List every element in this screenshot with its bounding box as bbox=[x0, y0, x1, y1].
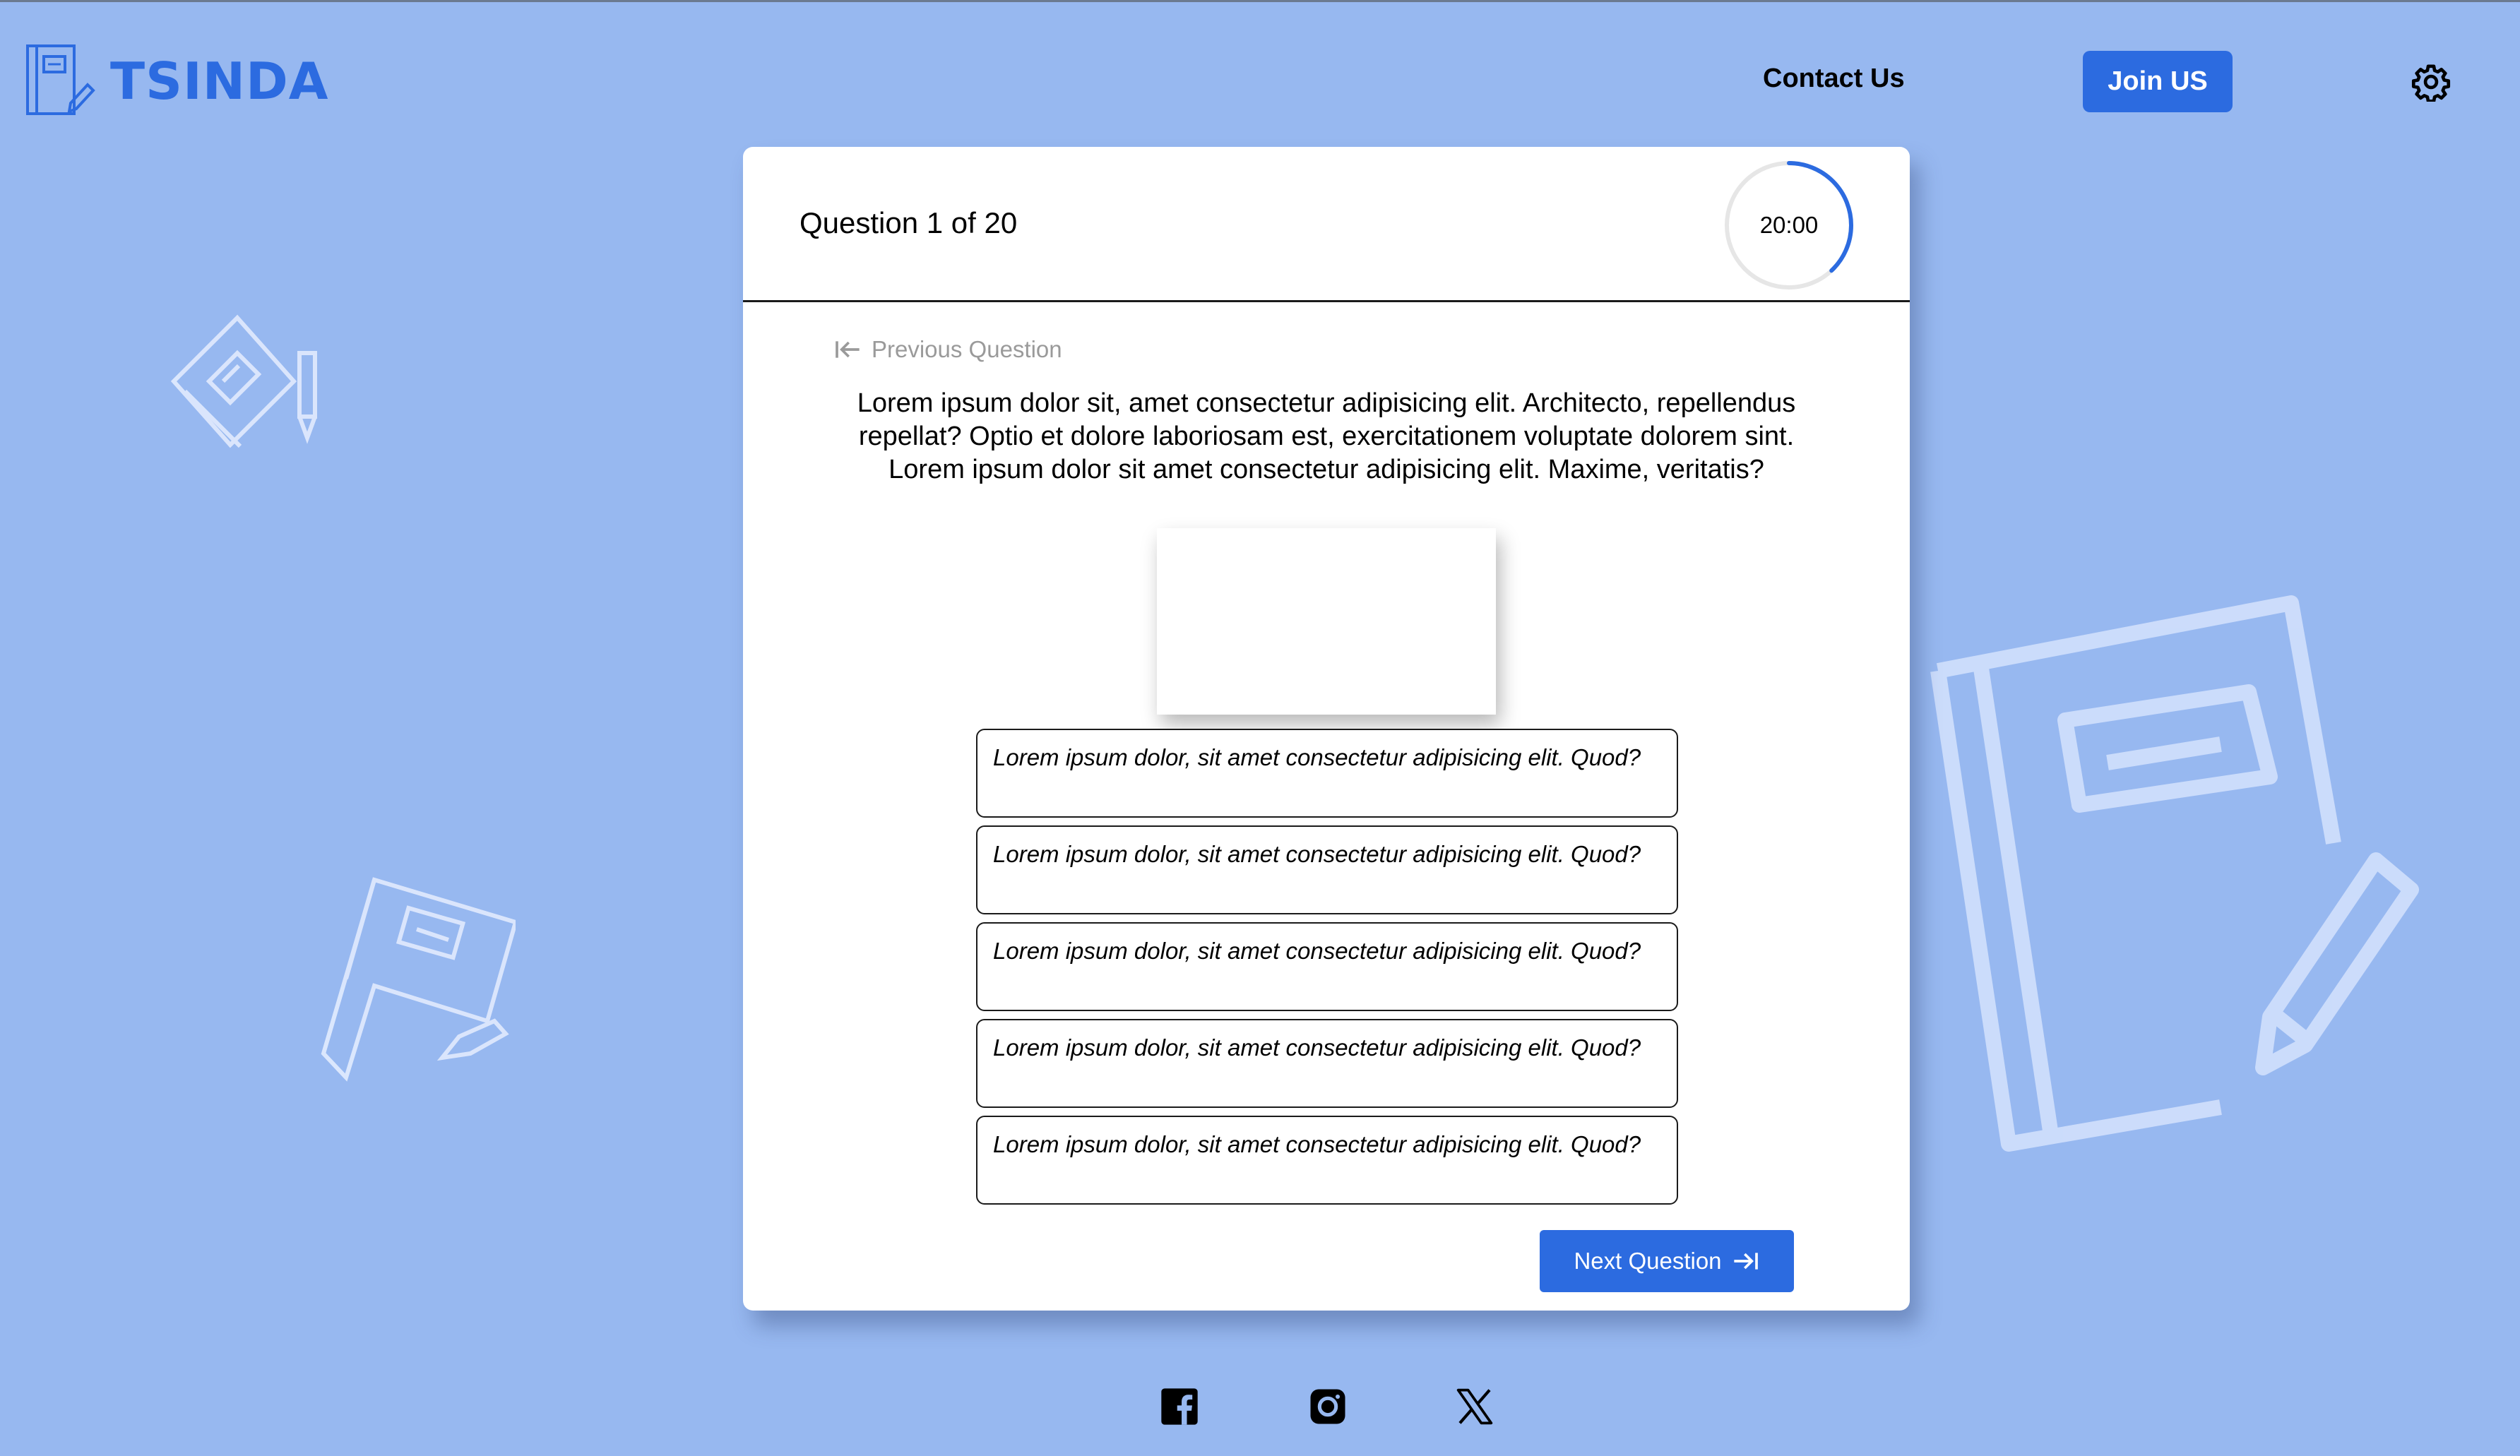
answer-list: Lorem ipsum dolor, sit amet consectetur … bbox=[976, 729, 1678, 1212]
previous-question-label: Previous Question bbox=[872, 336, 1062, 362]
facebook-icon[interactable] bbox=[1160, 1387, 1199, 1426]
answer-option-1[interactable]: Lorem ipsum dolor, sit amet consectetur … bbox=[976, 729, 1678, 818]
question-counter: Question 1 of 20 bbox=[800, 206, 1018, 239]
contact-us-link[interactable]: Contact Us bbox=[1763, 64, 1905, 94]
timer-text: 20:00 bbox=[1759, 212, 1819, 238]
quiz-card-header: Question 1 of 20 20:00 bbox=[743, 147, 1910, 302]
instagram-icon[interactable] bbox=[1308, 1387, 1348, 1426]
question-image bbox=[1157, 528, 1496, 715]
quiz-card: Question 1 of 20 20:00 Previous Question… bbox=[743, 147, 1910, 1311]
top-border bbox=[0, 0, 2520, 2]
answer-option-4[interactable]: Lorem ipsum dolor, sit amet consectetur … bbox=[976, 1019, 1678, 1108]
next-question-label: Next Question bbox=[1574, 1248, 1722, 1274]
arrow-right-bar-icon bbox=[1733, 1253, 1758, 1270]
arrow-left-bar-icon bbox=[836, 341, 860, 358]
answer-option-2[interactable]: Lorem ipsum dolor, sit amet consectetur … bbox=[976, 825, 1678, 914]
answer-option-5[interactable]: Lorem ipsum dolor, sit amet consectetur … bbox=[976, 1116, 1678, 1205]
next-question-button[interactable]: Next Question bbox=[1540, 1230, 1794, 1292]
previous-question-link[interactable]: Previous Question bbox=[833, 336, 1062, 363]
gear-icon[interactable] bbox=[2411, 62, 2451, 102]
large-notebook-pencil-decoration-icon bbox=[1930, 595, 2419, 1152]
x-icon[interactable] bbox=[1455, 1387, 1494, 1426]
brand-logo[interactable]: TSINDA bbox=[25, 44, 329, 119]
brand-name: TSINDA bbox=[110, 52, 329, 111]
answer-option-3[interactable]: Lorem ipsum dolor, sit amet consectetur … bbox=[976, 922, 1678, 1011]
notebook-pencil-decoration-icon bbox=[170, 314, 317, 448]
notebook-decoration-icon bbox=[321, 877, 516, 1082]
join-us-button[interactable]: Join US bbox=[2083, 51, 2233, 112]
notebook-logo-icon bbox=[26, 44, 95, 115]
question-text: Lorem ipsum dolor sit, amet consectetur … bbox=[857, 388, 1796, 484]
